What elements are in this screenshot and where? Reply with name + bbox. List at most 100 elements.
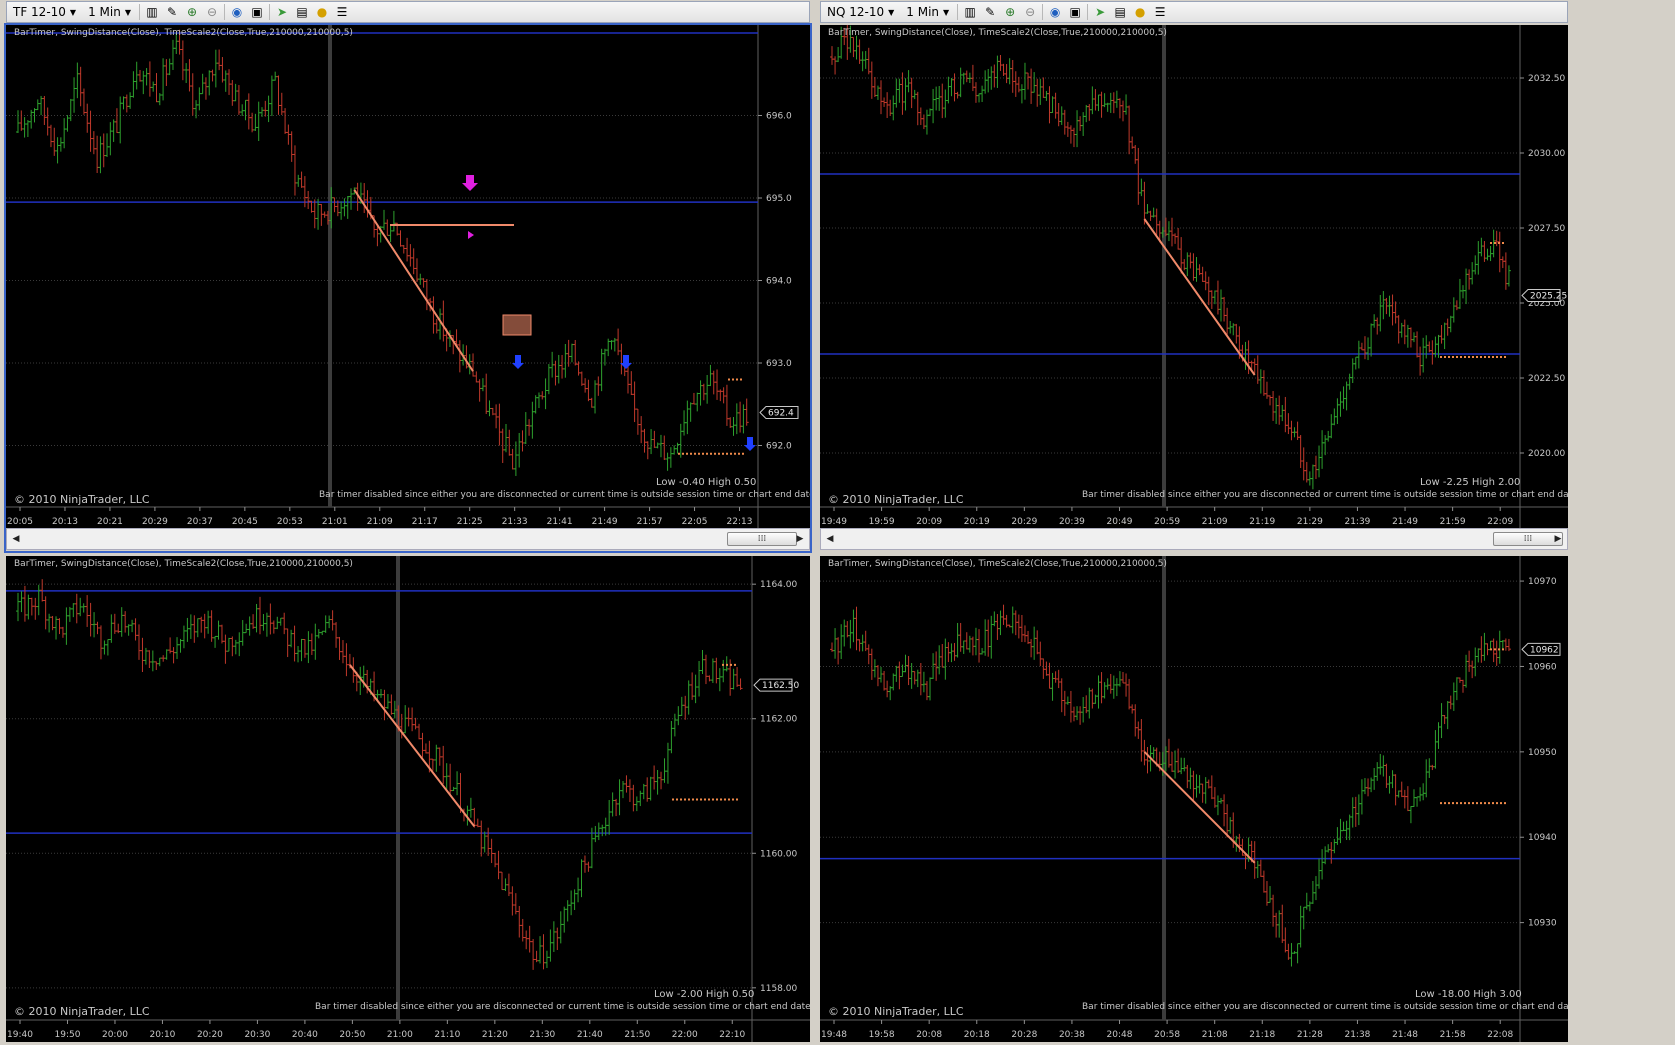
y-tick-label: 694.0 bbox=[766, 277, 792, 287]
strategy-icon[interactable]: ➤ bbox=[1092, 4, 1108, 20]
session-break-line bbox=[1162, 25, 1166, 507]
x-tick-label: 21:10 bbox=[434, 1030, 460, 1040]
scroll-right-icon[interactable]: ▶ bbox=[793, 532, 807, 546]
entry-marker-icon bbox=[468, 231, 474, 239]
data-box-icon[interactable]: ● bbox=[314, 4, 330, 20]
swing-trend-line bbox=[1143, 218, 1256, 376]
x-tick-label: 21:29 bbox=[1297, 517, 1323, 527]
x-tick-label: 22:05 bbox=[682, 517, 708, 527]
x-tick-label: 20:50 bbox=[339, 1030, 365, 1040]
x-tick-label: 19:49 bbox=[821, 517, 847, 527]
x-tick-label: 21:25 bbox=[457, 517, 483, 527]
session-break-line bbox=[1162, 556, 1166, 1020]
last-price-label: 692.4 bbox=[768, 409, 794, 419]
sell-arrow-icon bbox=[462, 175, 478, 191]
scroll-right-icon[interactable]: ▶ bbox=[1551, 532, 1565, 546]
instrument-selector-nq[interactable]: NQ 12-10 ▼ bbox=[821, 2, 900, 22]
swing-low-high: Low -2.00 High 0.50 bbox=[654, 989, 755, 1000]
x-tick-label: 19:40 bbox=[7, 1030, 33, 1040]
interval-label: 1 Min bbox=[88, 5, 121, 19]
toolbar-tf: TF 12-10 ▼ 1 Min ▼ ▥ ✎ ⊕ ⊖ ◉ ▣ ➤ ▤ ● ☰ bbox=[6, 1, 810, 23]
toolbar-separator bbox=[1087, 4, 1089, 20]
x-tick-label: 21:49 bbox=[1392, 517, 1418, 527]
x-tick-label: 20:00 bbox=[102, 1030, 128, 1040]
x-tick-label: 21:19 bbox=[1249, 517, 1275, 527]
x-tick-label: 20:39 bbox=[1059, 517, 1085, 527]
scroll-left-icon[interactable]: ◀ bbox=[9, 532, 23, 546]
bar-timer-message: Bar timer disabled since either you are … bbox=[1082, 490, 1568, 500]
y-tick-label: 2030.00 bbox=[1528, 149, 1565, 159]
x-tick-label: 22:00 bbox=[672, 1030, 698, 1040]
bar-timer-message: Bar timer disabled since either you are … bbox=[315, 1002, 810, 1012]
x-tick-label: 19:50 bbox=[55, 1030, 81, 1040]
data-box-icon[interactable]: ● bbox=[1132, 4, 1148, 20]
price-chart[interactable]: 696.0 695.0 694.0 693.0 692.0 20:05 20:13 20:21… bbox=[6, 25, 810, 530]
scroll-left-icon[interactable]: ◀ bbox=[823, 532, 837, 546]
x-tick-label: 21:00 bbox=[387, 1030, 413, 1040]
toolbar-separator bbox=[268, 4, 270, 20]
x-tick-label: 20:37 bbox=[187, 517, 213, 527]
y-tick-label: 2032.50 bbox=[1528, 74, 1565, 84]
x-tick-label: 20:29 bbox=[1011, 517, 1037, 527]
y-tick-label: 10960 bbox=[1528, 662, 1557, 672]
drawing-pencil-icon[interactable]: ✎ bbox=[982, 4, 998, 20]
x-tick-label: 20:48 bbox=[1107, 1030, 1133, 1040]
horizontal-scrollbar-nq[interactable]: ◀ ⁞⁞⁞ ▶ bbox=[820, 528, 1568, 550]
x-tick-label: 20:08 bbox=[916, 1030, 942, 1040]
price-chart[interactable]: 10970 10960 10950 10940 10930 19:48 19:58 20:08… bbox=[820, 556, 1568, 1042]
y-tick-label: 2027.50 bbox=[1528, 224, 1565, 234]
zoom-out-icon[interactable]: ⊖ bbox=[1022, 4, 1038, 20]
x-tick-label: 20:18 bbox=[964, 1030, 990, 1040]
interval-selector-nq[interactable]: 1 Min ▼ bbox=[900, 2, 955, 22]
price-chart[interactable]: 2032.502030.002027.502025.002022.502020.… bbox=[820, 25, 1568, 530]
properties-icon[interactable]: ▣ bbox=[249, 4, 265, 20]
x-tick-label: 21:30 bbox=[529, 1030, 555, 1040]
chart-pane-tf[interactable]: 696.0 695.0 694.0 693.0 692.0 20:05 20:13 20:21… bbox=[6, 25, 810, 530]
x-tick-label: 20:21 bbox=[97, 517, 123, 527]
x-tick-label: 21:28 bbox=[1297, 1030, 1323, 1040]
list-icon[interactable]: ☰ bbox=[334, 4, 350, 20]
instrument-selector-tf[interactable]: TF 12-10 ▼ bbox=[7, 2, 82, 22]
copyright-text: © 2010 NinjaTrader, LLC bbox=[14, 493, 150, 506]
chart-pane-es[interactable]: 1164.00 1162.00 1160.00 1158.00 19:40 19:50 20… bbox=[6, 556, 810, 1042]
globe-icon[interactable]: ◉ bbox=[229, 4, 245, 20]
buy-arrow-icon bbox=[512, 355, 524, 369]
globe-icon[interactable]: ◉ bbox=[1047, 4, 1063, 20]
y-tick-label: 2020.00 bbox=[1528, 449, 1565, 459]
scroll-thumb[interactable]: ⁞⁞⁞ bbox=[727, 532, 797, 546]
price-chart[interactable]: 1164.00 1162.00 1160.00 1158.00 19:40 19:50 20… bbox=[6, 556, 810, 1042]
y-tick-label: 695.0 bbox=[766, 194, 792, 204]
zoom-in-icon[interactable]: ⊕ bbox=[1002, 4, 1018, 20]
x-tick-label: 21:57 bbox=[637, 517, 663, 527]
copyright-text: © 2010 NinjaTrader, LLC bbox=[828, 1005, 964, 1018]
x-tick-label: 21:50 bbox=[624, 1030, 650, 1040]
properties-icon[interactable]: ▣ bbox=[1067, 4, 1083, 20]
x-tick-label: 22:08 bbox=[1487, 1030, 1513, 1040]
x-tick-label: 21:40 bbox=[577, 1030, 603, 1040]
x-tick-label: 20:53 bbox=[277, 517, 303, 527]
drawing-pencil-icon[interactable]: ✎ bbox=[164, 4, 180, 20]
copyright-text: © 2010 NinjaTrader, LLC bbox=[14, 1005, 150, 1018]
list-icon[interactable]: ☰ bbox=[1152, 4, 1168, 20]
zoom-out-icon[interactable]: ⊖ bbox=[204, 4, 220, 20]
y-tick-label: 10950 bbox=[1528, 748, 1557, 758]
chart-pane-ym[interactable]: 10970 10960 10950 10940 10930 19:48 19:58 20:08… bbox=[820, 556, 1568, 1042]
chart-trader-icon[interactable]: ▤ bbox=[1112, 4, 1128, 20]
buy-arrow-icon bbox=[744, 437, 756, 451]
x-tick-label: 19:59 bbox=[869, 517, 895, 527]
chart-trader-icon[interactable]: ▤ bbox=[294, 4, 310, 20]
chevron-down-icon: ▼ bbox=[124, 7, 131, 17]
toolbar-separator bbox=[138, 4, 140, 20]
swing-low-high: Low -0.40 High 0.50 bbox=[656, 477, 757, 488]
y-tick-label: 692.0 bbox=[766, 442, 792, 452]
horizontal-scrollbar-tf[interactable]: ◀ ⁞⁞⁞ ▶ bbox=[6, 528, 810, 550]
swing-trend-line bbox=[1143, 751, 1256, 864]
bar-type-icon[interactable]: ▥ bbox=[962, 4, 978, 20]
bar-type-icon[interactable]: ▥ bbox=[144, 4, 160, 20]
x-tick-label: 21:38 bbox=[1344, 1030, 1370, 1040]
zoom-in-icon[interactable]: ⊕ bbox=[184, 4, 200, 20]
interval-selector-tf[interactable]: 1 Min ▼ bbox=[82, 2, 137, 22]
strategy-icon[interactable]: ➤ bbox=[274, 4, 290, 20]
y-tick-label: 2022.50 bbox=[1528, 374, 1565, 384]
chart-pane-nq[interactable]: 2032.50 2030.00 2027.50 2025.00 2022.50 2020.… bbox=[820, 25, 1568, 530]
